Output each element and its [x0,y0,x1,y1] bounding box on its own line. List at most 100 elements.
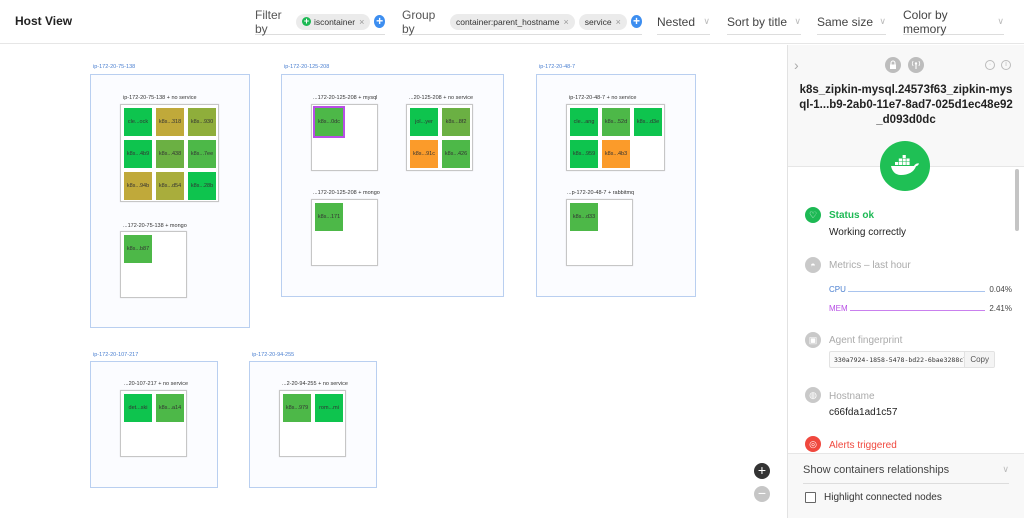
container-tile[interactable]: k8s...171 [315,203,343,231]
globe-icon: ◍ [805,387,821,403]
remove-group-icon[interactable]: × [616,17,621,27]
container-tile[interactable]: k8s...d54 [156,172,184,200]
add-group-button[interactable]: + [630,15,642,28]
fingerprint-icon: ▣ [805,332,821,348]
active-dot-icon: + [301,16,311,26]
host-label[interactable]: ip-172-20-94-255 [252,352,294,358]
copy-button[interactable]: Copy [964,352,994,367]
antenna-icon[interactable] [908,57,924,73]
sort-dropdown[interactable]: Sort by title ∨ [727,9,801,35]
chevron-down-icon: ∨ [879,16,886,26]
filter-chip-label: iscontainer [313,16,356,27]
layout-dropdown[interactable]: Nested ∨ [657,9,710,35]
container-group[interactable]: k8s...b87 [120,231,187,298]
container-tile[interactable]: k8s...52d [602,108,630,136]
size-dropdown[interactable]: Same size ∨ [817,9,886,35]
container-group[interactable]: jol...yer k8s...8f2 k8s...91c k8s...426 [406,104,473,171]
container-tile[interactable]: cle...ang [570,108,598,136]
metric-label: MEM [829,304,848,313]
docker-icon [880,141,930,191]
zoom-in-button[interactable]: + [754,463,770,479]
container-tile[interactable]: k8s...4b3 [602,140,630,168]
fingerprint-title: Agent fingerprint [829,335,903,346]
container-tile[interactable]: k8s...979 [283,394,311,422]
container-group[interactable]: k8s...0dc [311,104,378,171]
layout-dropdown-value: Nested [657,14,696,29]
gauge-icon: ◓ [805,257,821,273]
container-tile[interactable]: k8s...4b9 [124,140,152,168]
container-tile[interactable]: k8s...959 [570,140,598,168]
container-group[interactable]: k8s...d33 [566,199,633,266]
container-tile[interactable]: jol...yer [410,108,438,136]
group-label: ip-172-20-48-7 + no service [569,95,637,101]
group-chip-label: container:parent_hostname [455,16,560,27]
filter-chip-iscontainer[interactable]: + iscontainer × [295,13,371,30]
group-by-control: Group by container:parent_hostname × ser… [402,7,642,36]
host-label[interactable]: ip-172-20-48-7 [539,64,575,70]
mem-sparkline [849,310,986,311]
info-icon[interactable]: i [1001,60,1011,70]
group-label: ...172-20-125-208 + mongo [313,190,380,196]
container-tile[interactable]: k8s...d33 [570,203,598,231]
zoom-out-button[interactable]: − [754,486,770,502]
container-group[interactable]: k8s...171 [311,199,378,266]
container-tile[interactable]: k8s...b87 [124,235,152,263]
container-tile[interactable]: k8s...930 [188,108,216,136]
group-label: ...20-107-217 + no service [124,381,189,387]
host-label[interactable]: ip-172-20-125-208 [284,64,329,70]
container-tile[interactable]: k8s...94b [124,172,152,200]
metric-value: 0.04% [989,285,1012,294]
filter-by-label: Filter by [255,7,282,36]
group-chip-parent-hostname[interactable]: container:parent_hostname × [449,13,575,30]
node-title: k8s_zipkin-mysql.24573f63_zipkin-mysql-1… [799,84,1013,126]
container-tile[interactable]: cle...ock [124,108,152,136]
group-chip-service[interactable]: service × [578,13,627,30]
relationships-dropdown[interactable]: Show containers relationships ∨ [803,464,1009,484]
container-tile[interactable]: k8s...438 [156,140,184,168]
container-group[interactable]: det...ski k8s...a14 [120,390,187,457]
highlight-connected-checkbox[interactable]: Highlight connected nodes [805,492,942,503]
color-dropdown[interactable]: Color by memory ∨ [903,7,1004,36]
panel-footer: Show containers relationships ∨ Highligh… [788,453,1024,518]
fingerprint-value[interactable]: 330a7924-1858-5478-bd22-6bae3288c7f [830,356,964,364]
group-label: ...172-20-75-138 + mongo [123,223,187,229]
crosshair-icon[interactable]: · [985,60,995,70]
container-tile[interactable]: k8s...28b [188,172,216,200]
remove-group-icon[interactable]: × [563,17,568,27]
container-tile[interactable]: k8s...7ee [188,140,216,168]
metric-mem[interactable]: MEM 2.41% [829,301,1012,313]
fingerprint-field[interactable]: 330a7924-1858-5478-bd22-6bae3288c7f Copy [829,351,995,368]
host-label[interactable]: ip-172-20-75-138 [93,64,135,70]
panel-scrollbar-thumb[interactable] [1015,169,1019,231]
sort-dropdown-value: Sort by title [727,14,788,29]
heart-icon: ♡ [805,207,821,223]
container-tile[interactable]: rom...mi [315,394,343,422]
container-tile[interactable]: k8s...a14 [156,394,184,422]
container-tile[interactable]: k8s...8f2 [442,108,470,136]
group-by-label: Group by [402,7,436,36]
collapse-panel-icon[interactable]: › [794,57,799,73]
color-dropdown-value: Color by memory [903,7,948,36]
container-tile[interactable]: k8s...318 [156,108,184,136]
host-map-canvas[interactable]: ip-172-20-75-138 ip-172-20-75-138 + no s… [0,45,787,518]
chevron-down-icon: ∨ [794,16,801,26]
container-tile[interactable]: k8s...0dc [313,106,345,138]
container-tile[interactable]: k8s...426 [442,140,470,168]
group-label: ...172-20-125-208 + mysql [313,95,378,101]
container-group[interactable]: cle...ock k8s...318 k8s...930 k8s...4b9 k8s.… [120,104,219,202]
container-group[interactable]: k8s...979 rom...mi [279,390,346,457]
host-label[interactable]: ip-172-20-107-217 [93,352,138,358]
status-value: Working correctly [829,227,907,238]
add-filter-button[interactable]: + [374,15,385,28]
container-tile[interactable]: k8s...d3e [634,108,662,136]
container-group[interactable]: cle...ang k8s...52d k8s...d3e k8s...959 k8s.… [566,104,665,171]
checkbox[interactable] [805,492,816,503]
container-tile[interactable]: det...ski [124,394,152,422]
metric-cpu[interactable]: CPU 0.04% [829,282,1012,294]
status-title: Status ok [829,210,875,221]
lock-icon[interactable] [885,57,901,73]
alert-icon: ◎ [805,436,821,452]
remove-filter-icon[interactable]: × [359,17,364,27]
container-tile[interactable]: k8s...91c [410,140,438,168]
size-dropdown-value: Same size [817,14,874,29]
